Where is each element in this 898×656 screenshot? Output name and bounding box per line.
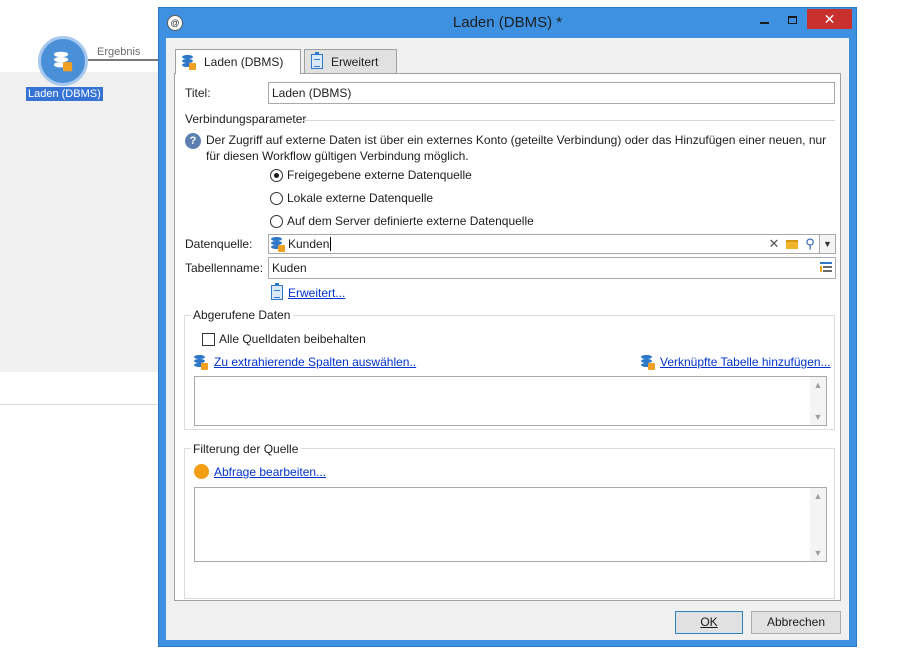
title-input[interactable]: Laden (DBMS) xyxy=(268,82,835,104)
clipboard-icon xyxy=(271,283,283,300)
tab-panel: Titel: Laden (DBMS) Verbindungsparameter… xyxy=(174,73,841,601)
checkbox-label: Alle Quelldaten beibehalten xyxy=(219,332,366,346)
clipboard-icon xyxy=(311,52,323,69)
title-bar[interactable]: @ Laden (DBMS) * ✕ xyxy=(159,8,856,38)
load-dbms-dialog: @ Laden (DBMS) * ✕ Laden (DBMS) Erweiter… xyxy=(158,7,857,647)
minimize-button[interactable] xyxy=(751,9,777,29)
source-filter-title: Filterung der Quelle xyxy=(191,442,302,456)
canvas-divider xyxy=(0,404,160,405)
query-preview[interactable]: ▲ ▼ xyxy=(194,487,827,562)
workflow-node-load-dbms[interactable] xyxy=(38,36,88,86)
advanced-link[interactable]: Erweitert... xyxy=(288,286,345,300)
scroll-down-icon[interactable]: ▼ xyxy=(810,409,826,425)
section-connection-parameters: Verbindungsparameter xyxy=(185,112,307,126)
maximize-icon xyxy=(787,15,797,24)
retrieved-data-title: Abgerufene Daten xyxy=(191,308,294,322)
keep-all-data-checkbox[interactable]: Alle Quelldaten beibehalten xyxy=(202,332,366,346)
database-link-icon xyxy=(641,355,655,370)
edit-query-link[interactable]: Abfrage bearbeiten... xyxy=(214,465,326,479)
workflow-connector[interactable] xyxy=(88,59,160,61)
radio-local-source[interactable]: Lokale externe Datenquelle xyxy=(270,191,433,205)
workflow-canvas-area xyxy=(0,72,160,372)
title-label: Titel: xyxy=(185,86,211,100)
radio-label: Freigegebene externe Datenquelle xyxy=(287,168,472,182)
tab-label: Erweitert xyxy=(331,54,379,69)
datasource-tools: ✕ ⚲ ▼ xyxy=(765,235,835,253)
datasource-label: Datenquelle: xyxy=(185,237,253,251)
radio-label: Lokale externe Datenquelle xyxy=(287,191,434,205)
help-icon: ? xyxy=(185,133,201,149)
folder-icon[interactable] xyxy=(783,235,801,253)
cancel-button-label: Abbrechen xyxy=(766,615,826,629)
database-load-icon xyxy=(53,51,73,71)
search-icon[interactable]: ⚲ xyxy=(801,235,819,253)
folder-shape xyxy=(786,239,798,249)
tab-label: Laden (DBMS) xyxy=(204,55,284,69)
tab-load-dbms[interactable]: Laden (DBMS) xyxy=(175,49,301,74)
minimize-icon xyxy=(759,21,769,24)
section-rule xyxy=(303,120,835,121)
radio-label: Auf dem Server definierte externe Datenq… xyxy=(287,214,534,228)
text-cursor xyxy=(330,237,332,251)
dropdown-button[interactable]: ▼ xyxy=(819,235,835,253)
scrollbar[interactable]: ▲ ▼ xyxy=(810,488,826,561)
chevron-down-icon: ▼ xyxy=(823,239,832,249)
radio-button[interactable] xyxy=(270,214,283,228)
query-icon xyxy=(194,464,209,479)
database-load-icon xyxy=(271,236,285,252)
clear-icon[interactable]: ✕ xyxy=(765,235,783,253)
radio-shared-source[interactable]: Freigegebene externe Datenquelle xyxy=(270,168,472,182)
select-columns-link[interactable]: Zu extrahierende Spalten auswählen.. xyxy=(214,355,416,369)
radio-server-source[interactable]: Auf dem Server definierte externe Datenq… xyxy=(270,214,534,228)
datasource-value: Kunden xyxy=(288,237,330,251)
workflow-node-label[interactable]: Laden (DBMS) xyxy=(26,87,103,101)
cancel-button[interactable]: Abbrechen xyxy=(751,611,841,634)
database-load-icon xyxy=(182,54,196,70)
checkbox[interactable] xyxy=(202,332,215,346)
workflow-connector-label: Ergebnis xyxy=(97,46,141,58)
scroll-up-icon[interactable]: ▲ xyxy=(810,377,826,393)
close-button[interactable]: ✕ xyxy=(807,9,852,29)
tab-advanced[interactable]: Erweitert xyxy=(304,49,397,73)
add-linked-table-link[interactable]: Verknüpfte Tabelle hinzufügen... xyxy=(660,355,831,369)
tablename-input[interactable]: Kuden xyxy=(268,257,836,279)
ok-button-label: OK xyxy=(700,615,718,629)
list-picker-icon[interactable] xyxy=(820,262,832,273)
scroll-up-icon[interactable]: ▲ xyxy=(810,488,826,504)
scrollbar[interactable]: ▲ ▼ xyxy=(810,377,826,425)
scroll-down-icon[interactable]: ▼ xyxy=(810,545,826,561)
dialog-client-area: Laden (DBMS) Erweitert Titel: Laden (DBM… xyxy=(166,38,849,640)
maximize-button[interactable] xyxy=(779,9,805,29)
close-icon: ✕ xyxy=(823,11,836,27)
datasource-combo[interactable]: Kunden ✕ ⚲ ▼ xyxy=(268,234,836,254)
connection-info-text: Der Zugriff auf externe Daten ist über e… xyxy=(206,133,827,163)
ok-button[interactable]: OK xyxy=(675,611,743,634)
radio-button[interactable] xyxy=(270,191,283,205)
columns-list[interactable]: ▲ ▼ xyxy=(194,376,827,426)
radio-button[interactable] xyxy=(270,168,283,182)
tablename-label: Tabellenname: xyxy=(185,261,264,275)
database-user-icon xyxy=(194,355,208,370)
